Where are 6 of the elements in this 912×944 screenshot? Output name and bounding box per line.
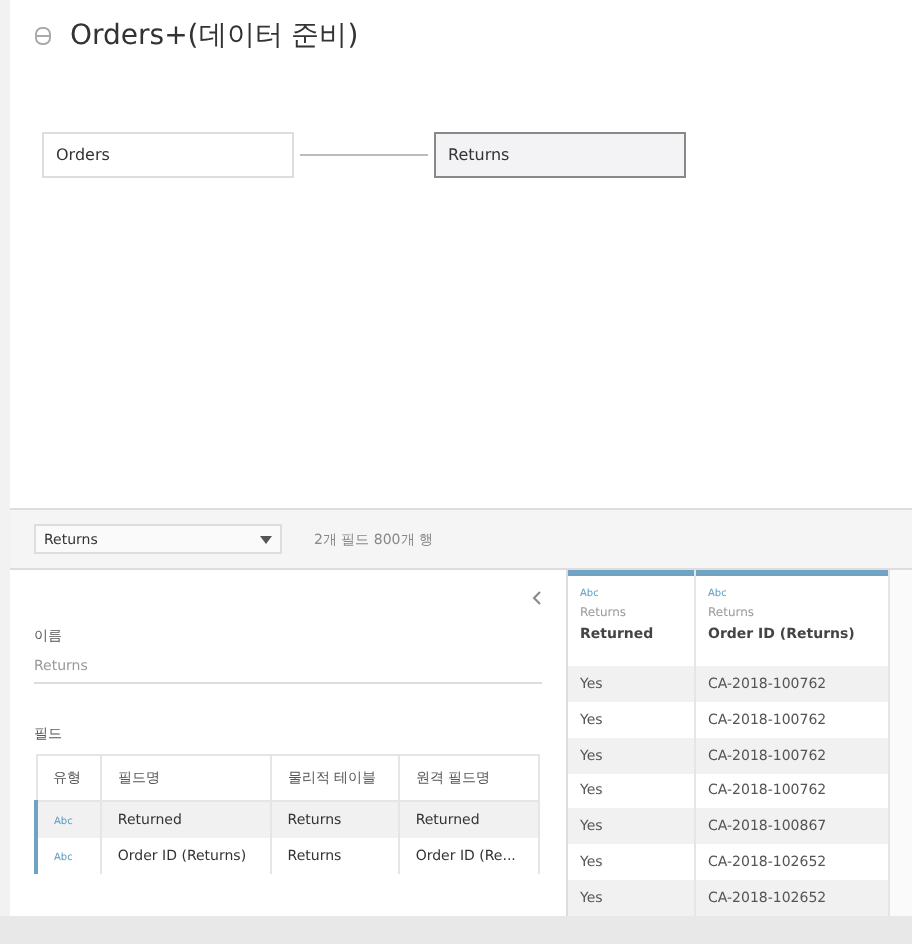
flow-node[interactable]: Orders (42, 132, 294, 178)
flow-node[interactable]: Returns (434, 132, 686, 178)
collapse-icon[interactable] (532, 590, 542, 606)
caret-icon (260, 535, 272, 543)
flow-title: Orders+(데이터 준비) (70, 18, 359, 54)
flow-icon[interactable] (34, 26, 54, 46)
